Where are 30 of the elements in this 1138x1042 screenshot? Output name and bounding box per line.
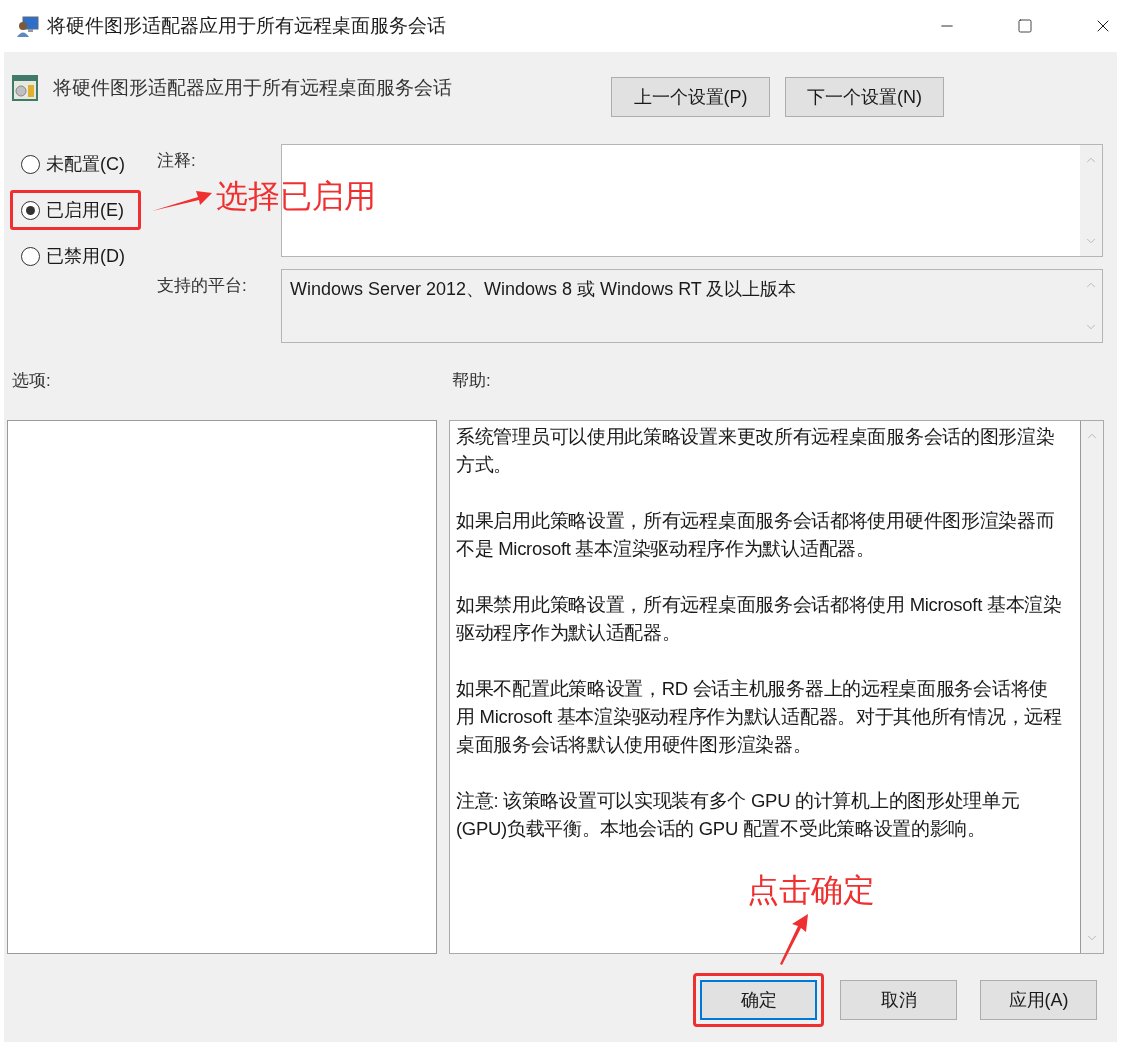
dialog-button[interactable]: 确定 bbox=[700, 980, 817, 1020]
help-label: 帮助: bbox=[452, 370, 491, 392]
previous-setting-button[interactable]: 上一个设置(P) bbox=[611, 77, 770, 117]
annotation-text: 选择已启用 bbox=[216, 177, 376, 216]
radio-button[interactable] bbox=[21, 154, 40, 174]
dialog-button[interactable]: 取消 bbox=[840, 980, 957, 1020]
dialog-button[interactable]: 应用(A) bbox=[980, 980, 1097, 1020]
annotation-text: 点击确定 bbox=[747, 871, 875, 910]
help-paragraph: 注意: 该策略设置可以实现装有多个 GPU 的计算机上的图形处理单元(GPU)负载平衡。本地会话的 GPU 配置不受此策略设置的影响。 bbox=[456, 789, 1021, 841]
next-setting-button[interactable]: 下一个设置(N) bbox=[785, 77, 944, 117]
maximize-icon[interactable] bbox=[1017, 18, 1033, 34]
comment-field[interactable] bbox=[281, 144, 1103, 257]
radio-option[interactable]: 未配置(C) bbox=[21, 150, 125, 178]
help-paragraph: 如果禁用此策略设置，所有远程桌面服务会话都将使用 Microsoft 基本渲染驱动程序作为默认适配器。 bbox=[456, 593, 1063, 645]
help-paragraph: 如果不配置此策略设置，RD 会话主机服务器上的远程桌面服务会话将使用 Microsoft 基本渲染驱动程序作为默认适配器。对于其他所有情况，远程桌面服务会话将默认使用硬件图形渲染器。 bbox=[456, 677, 1063, 757]
platform-value: Windows Server 2012、Windows 8 或 Windows RT 及以上版本 bbox=[289, 278, 798, 301]
radio-option[interactable]: 已启用(E) bbox=[21, 196, 124, 224]
policy-settings-icon bbox=[11, 74, 39, 102]
help-paragraph: 系统管理员可以使用此策略设置来更改所有远程桌面服务会话的图形渲染方式。 bbox=[456, 425, 1056, 477]
radio-button[interactable] bbox=[21, 246, 40, 266]
computer-user-icon bbox=[16, 14, 40, 38]
window-title: 将硬件图形适配器应用于所有远程桌面服务会话 bbox=[47, 14, 446, 39]
options-label: 选项: bbox=[12, 370, 52, 392]
platform-label: 支持的平台: bbox=[157, 275, 248, 297]
radio-button[interactable] bbox=[21, 200, 40, 220]
policy-name: 将硬件图形适配器应用于所有远程桌面服务会话 bbox=[53, 76, 452, 100]
comment-label: 注释: bbox=[157, 150, 197, 172]
arrow-drawing bbox=[778, 912, 810, 966]
help-paragraph: 如果启用此策略设置，所有远程桌面服务会话都将使用硬件图形渲染器而不是 Microsoft 基本渲染驱动程序作为默认适配器。 bbox=[456, 509, 1056, 561]
radio-option[interactable]: 已禁用(D) bbox=[21, 242, 125, 270]
